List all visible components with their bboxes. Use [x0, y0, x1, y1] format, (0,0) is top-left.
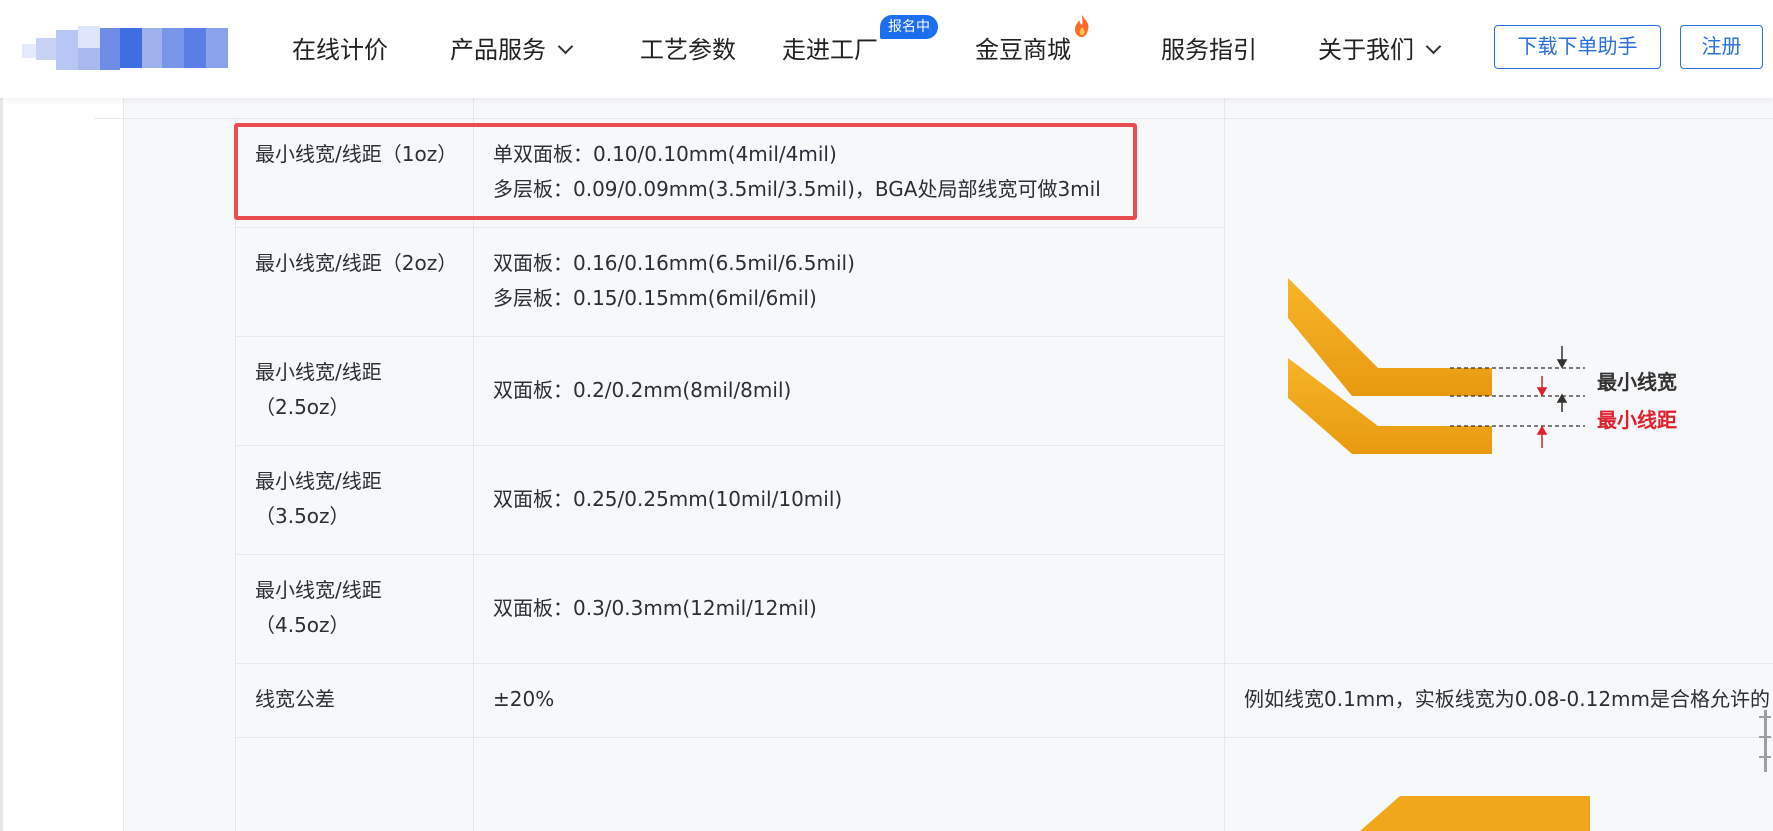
grip-icon[interactable]	[1752, 706, 1773, 776]
nav-bean-mall[interactable]: 金豆商城	[975, 30, 1071, 65]
row-label: 最小线宽/线距（2.5oz）	[255, 360, 382, 419]
table-divider	[235, 118, 236, 831]
table-divider	[1224, 98, 1225, 831]
nav-process-params[interactable]: 工艺参数	[640, 30, 736, 65]
table-divider	[94, 118, 1224, 119]
flame-icon	[1075, 15, 1089, 37]
nav-label: 服务指引	[1161, 36, 1257, 64]
min-spacing-label: 最小线距	[1597, 408, 1677, 432]
download-helper-button[interactable]: 下载下单助手	[1494, 25, 1661, 69]
nav-about-us[interactable]: 关于我们	[1318, 30, 1442, 65]
status-badge: 报名中	[880, 15, 938, 39]
row-label: 线宽公差	[255, 687, 335, 711]
table-divider	[235, 737, 1773, 738]
row-label: 最小线宽/线距（3.5oz）	[255, 469, 382, 528]
min-width-label: 最小线宽	[1597, 370, 1677, 394]
table-divider	[235, 663, 1773, 664]
register-button[interactable]: 注册	[1680, 25, 1763, 69]
site-logo[interactable]	[22, 26, 240, 74]
row-value: 多层板：0.15/0.15mm(6mil/6mil)	[493, 286, 817, 310]
nav-label: 在线计价	[292, 36, 388, 64]
nav-label: 工艺参数	[640, 36, 736, 64]
nav-label: 金豆商城	[975, 36, 1071, 64]
chevron-down-icon	[1425, 38, 1442, 55]
chevron-down-icon	[557, 38, 574, 55]
tolerance-note: 例如线宽0.1mm，实板线宽为0.08-0.12mm是合格允许的	[1244, 687, 1771, 711]
table-divider	[235, 445, 1224, 446]
nav-service-guide[interactable]: 服务指引	[1161, 30, 1257, 65]
row-label: 最小线宽/线距（4.5oz）	[255, 578, 382, 637]
nav-online-quote[interactable]: 在线计价	[292, 30, 388, 65]
trace-shape	[1360, 796, 1590, 831]
table-divider	[235, 227, 1224, 228]
nav-label: 走进工厂	[782, 36, 878, 64]
row-value: 双面板：0.25/0.25mm(10mil/10mil)	[493, 487, 843, 511]
row-value: 双面板：0.3/0.3mm(12mil/12mil)	[493, 596, 817, 620]
table-divider	[235, 554, 1224, 555]
nav-label: 关于我们	[1318, 36, 1414, 64]
row-value: 双面板：0.16/0.16mm(6.5mil/6.5mil)	[493, 251, 855, 275]
row-value: 双面板：0.2/0.2mm(8mil/8mil)	[493, 378, 792, 402]
table-divider	[235, 336, 1224, 337]
nav-products[interactable]: 产品服务	[450, 30, 574, 65]
nav-factory[interactable]: 走进工厂	[782, 30, 878, 65]
highlight-box	[234, 123, 1137, 220]
row-label: 最小线宽/线距（2oz）	[255, 251, 458, 275]
site-header: 在线计价 产品服务 工艺参数 走进工厂 报名中 金豆商城 服务指引 关于我们 下…	[0, 0, 1773, 98]
row-value: ±20%	[493, 687, 555, 711]
table-divider	[1224, 118, 1773, 119]
nav-label: 产品服务	[450, 36, 546, 64]
